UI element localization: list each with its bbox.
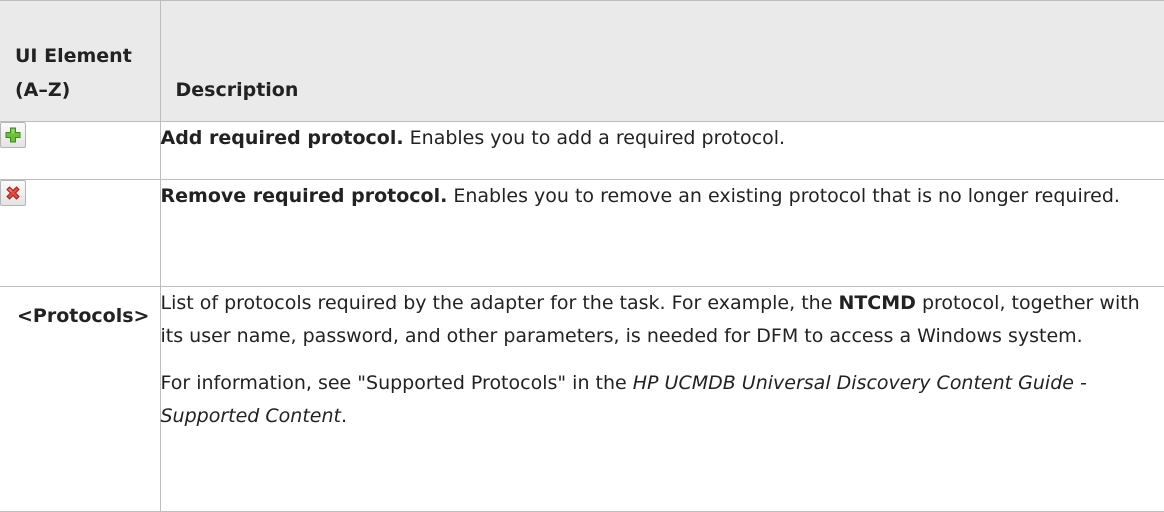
remove-icon [0,180,26,206]
description-text: . [341,405,347,427]
ui-elements-table: UI Element (A–Z) Description Add require… [0,0,1164,512]
description-cell: List of protocols required by the adapte… [160,287,1164,512]
description-cell: Remove required protocol. Enables you to… [160,180,1164,287]
description-body: Enables you to add a required protocol. [404,127,785,149]
description-text: Add required protocol. Enables you to ad… [161,122,1164,155]
description-paragraph: List of protocols required by the adapte… [161,287,1164,353]
element-cell: <Protocols> [0,287,160,512]
description-text: For information, see "Supported Protocol… [161,372,633,394]
header-description: Description [160,1,1164,122]
table-row: Remove required protocol. Enables you to… [0,180,1164,287]
element-cell [0,180,160,287]
description-cell: Add required protocol. Enables you to ad… [160,122,1164,180]
description-title: Add required protocol. [161,127,404,149]
table-row: Add required protocol. Enables you to ad… [0,122,1164,180]
description-body: Enables you to remove an existing protoc… [447,185,1120,207]
header-ui-element: UI Element (A–Z) [0,1,160,122]
table-row: <Protocols> List of protocols required b… [0,287,1164,512]
description-text: List of protocols required by the adapte… [161,292,839,314]
description-text: Remove required protocol. Enables you to… [161,180,1164,213]
add-icon [0,122,26,148]
description-title: Remove required protocol. [161,185,448,207]
description-paragraph: For information, see "Supported Protocol… [161,367,1164,433]
table-header-row: UI Element (A–Z) Description [0,1,1164,122]
element-cell [0,122,160,180]
protocol-name: NTCMD [838,292,915,314]
